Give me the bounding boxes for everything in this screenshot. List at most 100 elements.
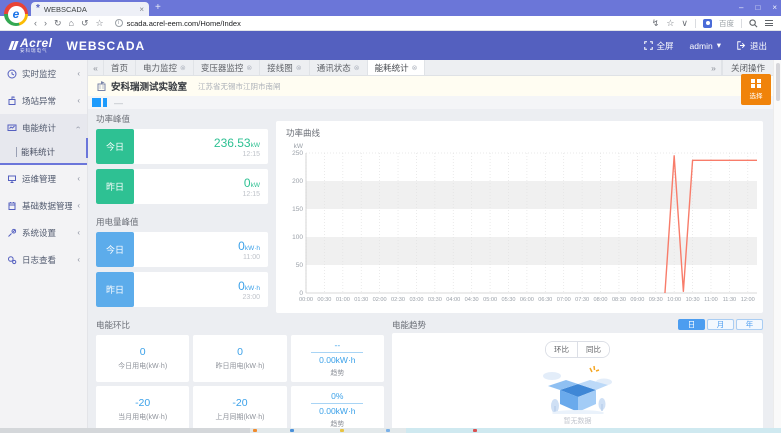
sidebar-item-realtime-monitor[interactable]: 实时监控 ‹	[0, 60, 87, 87]
new-tab-button[interactable]: +	[155, 2, 161, 13]
grid-icon	[751, 79, 761, 89]
logout-button[interactable]: 退出	[737, 40, 767, 52]
sidebar-item-ops-management[interactable]: 运维管理 ‹	[0, 165, 87, 192]
sidebar-item-energy-stats[interactable]: 电能统计 ‹	[0, 114, 87, 141]
station-select-button[interactable]: 选择	[741, 74, 771, 105]
power-curve-title: 功率曲线	[276, 121, 763, 139]
page-scrollbar[interactable]	[773, 60, 781, 428]
range-day-button[interactable]: 日	[678, 319, 705, 330]
user-caret-icon: ▾	[717, 40, 721, 51]
divider	[741, 19, 742, 28]
search-icon[interactable]	[749, 19, 758, 28]
user-menu[interactable]: admin ▾	[690, 40, 721, 51]
window-minimize-button[interactable]: –	[739, 3, 743, 12]
mom-day-trend-delta: 0.00kW·h	[319, 355, 355, 365]
windows-taskbar[interactable]	[0, 428, 781, 433]
legend-square-icon[interactable]	[103, 98, 107, 107]
chevron-left-icon: ‹	[77, 228, 80, 237]
mom-cell-today: 0 今日用电(kW·h)	[96, 335, 189, 382]
sidebar-item-system-settings[interactable]: 系统设置 ‹	[0, 219, 87, 246]
home-icon[interactable]: ⌂	[69, 19, 74, 28]
sidebar-item-log-view[interactable]: 日志查看 ‹	[0, 246, 87, 273]
tab-transformer-monitoring[interactable]: 变压器监控⊗	[194, 60, 260, 75]
address-bar[interactable]: i scada.acrel-eem.com/Home/Index	[115, 19, 445, 28]
forward-icon[interactable]: ›	[44, 19, 47, 28]
power-curve-card: 功率曲线 050100150200250kW00:0000:3001:0001:…	[276, 121, 763, 313]
power-peak-today-card: 今日 236.53kW 12:15	[96, 129, 268, 164]
yesterday-tag: 昨日	[96, 169, 134, 204]
site-info-icon[interactable]: i	[115, 19, 123, 27]
fraction-rule	[311, 352, 363, 353]
svg-text:00:30: 00:30	[317, 297, 331, 303]
page-scrollbar-thumb[interactable]	[776, 63, 780, 101]
power-curve-svg[interactable]: 050100150200250kW00:0000:3001:0001:3002:…	[276, 139, 763, 309]
browser-title-bar: * WEBSCADA × + – □ ×	[0, 0, 781, 16]
station-name: 安科瑞测试实验室	[111, 79, 187, 93]
bookmark-label[interactable]: 百度	[719, 18, 734, 29]
svg-text:09:00: 09:00	[630, 297, 644, 303]
toggle-mom-button[interactable]: 环比	[546, 342, 577, 357]
svg-text:01:30: 01:30	[354, 297, 368, 303]
tab-home[interactable]: 首页	[104, 60, 136, 75]
baidu-bookmark-icon[interactable]	[703, 19, 712, 28]
tab-power-monitoring[interactable]: 电力监控⊗	[136, 60, 194, 75]
mom-day-trend-label: 趋势	[330, 368, 344, 378]
tab-energy-stats[interactable]: 能耗统计⊗	[368, 60, 426, 75]
mom-cell-yesterday: 0 昨日用电(kW·h)	[193, 335, 286, 382]
sidebar-subitem-energy-consumption[interactable]: 能耗统计	[0, 141, 87, 163]
browser-menu-icon[interactable]	[765, 20, 773, 26]
tab-close-icon[interactable]: ⊗	[412, 64, 418, 72]
power-peak-yesterday-value: 0	[244, 176, 251, 190]
back-icon[interactable]: ‹	[34, 19, 37, 28]
svg-text:10:30: 10:30	[686, 297, 700, 303]
legend-square-icon[interactable]	[92, 98, 101, 107]
url-text[interactable]: scada.acrel-eem.com/Home/Index	[127, 19, 241, 28]
toggle-yoy-button[interactable]: 同比	[577, 342, 609, 357]
window-maximize-button[interactable]: □	[755, 3, 760, 12]
yesterday-tag: 昨日	[96, 272, 134, 307]
mom-this-month-label: 当月用电(kW·h)	[118, 412, 167, 422]
flash-icon[interactable]: ↯	[652, 19, 660, 28]
sidebar-item-station-alert[interactable]: 场站异常 ‹	[0, 87, 87, 114]
tabs-scroll-left-button[interactable]: «	[88, 60, 104, 75]
range-month-button[interactable]: 月	[707, 319, 734, 330]
browser-tab[interactable]: * WEBSCADA ×	[31, 2, 149, 16]
tab-close-icon[interactable]: ⊗	[354, 64, 360, 72]
power-peak-title: 功率峰值	[96, 113, 268, 125]
station-alert-icon	[7, 96, 17, 106]
svg-text:150: 150	[292, 206, 303, 213]
tab-comm-status[interactable]: 通讯状态⊗	[310, 60, 368, 75]
bookmark-star-icon[interactable]: ☆	[96, 19, 104, 28]
fraction-rule	[311, 403, 363, 404]
tab-wiring-diagram[interactable]: 接线图⊗	[260, 60, 309, 75]
mom-month-trend-ratio: 0%	[331, 391, 343, 401]
tab-close-icon[interactable]: ⊗	[180, 64, 186, 72]
energy-peak-yesterday-card: 昨日 0kW·h 23:00	[96, 272, 268, 307]
taskbar-app-icon	[290, 429, 294, 432]
favorites-star-icon[interactable]: ☆	[666, 19, 674, 28]
mom-cell-month-trend: 0% 0.00kW·h 趋势	[291, 386, 384, 428]
svg-text:02:00: 02:00	[373, 297, 387, 303]
unit-label: kW·h	[245, 285, 260, 292]
fullscreen-button[interactable]: 全屏	[644, 40, 674, 52]
tabs-scroll-right-button[interactable]: »	[706, 60, 722, 75]
taskbar-app-icon	[386, 429, 390, 432]
dropdown-caret-icon[interactable]: ∨	[681, 19, 688, 28]
svg-text:11:00: 11:00	[704, 297, 718, 303]
tab-close-icon[interactable]: ⊗	[296, 64, 302, 72]
window-close-button[interactable]: ×	[772, 3, 777, 12]
range-year-button[interactable]: 年	[736, 319, 763, 330]
unit-label: kW	[251, 182, 260, 189]
close-operations-button[interactable]: 关闭操作	[722, 60, 773, 75]
taskbar-app-icon	[340, 429, 344, 432]
history-icon[interactable]: ↺	[81, 19, 89, 28]
mom-month-trend-label: 趋势	[330, 419, 344, 429]
svg-text:01:00: 01:00	[336, 297, 350, 303]
tab-close-icon[interactable]: ⊗	[246, 64, 252, 72]
system-settings-icon	[7, 228, 17, 238]
refresh-icon[interactable]: ↻	[54, 19, 62, 28]
sidebar-item-base-data[interactable]: 基础数据管理 ‹	[0, 192, 87, 219]
tab-close-icon[interactable]: ×	[139, 5, 144, 14]
mom-last-month-value: -20	[232, 397, 247, 409]
app-title: WEBSCADA	[67, 39, 146, 53]
